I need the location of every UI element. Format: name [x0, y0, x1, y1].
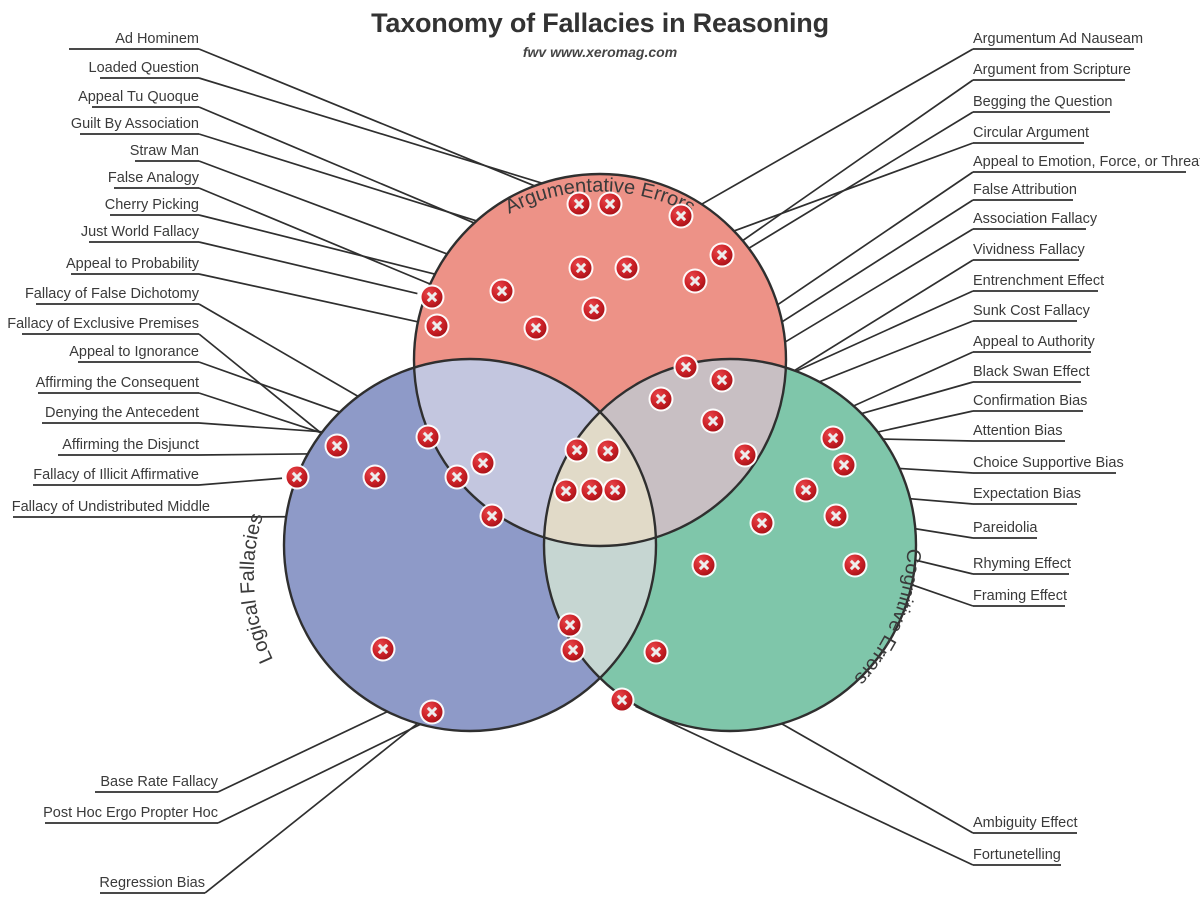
fallacy-label-left-13: Denying the Antecedent [45, 405, 199, 421]
fallacy-label-bottom-right-0: Ambiguity Effect [973, 815, 1078, 831]
fallacy-marker [470, 450, 496, 476]
fallacy-marker [415, 424, 441, 450]
fallacy-label-left-15: Fallacy of Illicit Affirmative [33, 467, 199, 483]
fallacy-label-left-12: Affirming the Consequent [36, 375, 199, 391]
fallacy-label-left-9: Fallacy of False Dichotomy [25, 286, 200, 302]
fallacy-label-right-16: Pareidolia [973, 520, 1038, 536]
fallacy-marker [820, 425, 846, 451]
fallacy-marker [560, 637, 586, 663]
fallacy-marker [732, 442, 758, 468]
fallacy-label-right-3: Circular Argument [973, 125, 1089, 141]
fallacy-label-left-0: Ad Hominem [115, 31, 199, 47]
fallacy-label-right-9: Sunk Cost Fallacy [973, 303, 1091, 319]
leader-line [635, 705, 974, 866]
fallacy-marker [709, 367, 735, 393]
fallacy-marker [564, 437, 590, 463]
fallacy-label-left-7: Just World Fallacy [81, 224, 200, 240]
fallacy-label-right-15: Expectation Bias [973, 486, 1081, 502]
fallacy-marker [444, 464, 470, 490]
fallacy-marker [566, 191, 592, 217]
venn-diagram-infographic: Taxonomy of Fallacies in Reasoning fwv w… [0, 0, 1200, 913]
fallacy-label-left-4: Straw Man [130, 143, 199, 159]
fallacy-label-bottom-left-0: Base Rate Fallacy [100, 774, 218, 790]
fallacy-marker [419, 284, 445, 310]
fallacy-label-left-16: Fallacy of Undistributed Middle [12, 499, 210, 515]
fallacy-marker [595, 438, 621, 464]
fallacy-marker [682, 268, 708, 294]
fallacy-marker [557, 612, 583, 638]
leader-line [693, 48, 974, 210]
fallacy-label-left-11: Appeal to Ignorance [69, 344, 199, 360]
fallacy-label-left-1: Loaded Question [89, 60, 199, 76]
fallacy-label-right-6: Association Fallacy [973, 211, 1098, 227]
fallacy-label-right-11: Black Swan Effect [973, 364, 1090, 380]
fallacy-label-right-2: Begging the Question [973, 94, 1112, 110]
fallacy-marker [842, 552, 868, 578]
fallacy-marker [324, 433, 350, 459]
fallacy-marker [643, 639, 669, 665]
leader-line [198, 48, 566, 200]
fallacy-marker [568, 255, 594, 281]
fallacy-marker [362, 464, 388, 490]
fallacy-marker [479, 503, 505, 529]
fallacy-marker [489, 278, 515, 304]
fallacy-label-right-10: Appeal to Authority [973, 334, 1095, 350]
fallacy-label-left-2: Appeal Tu Quoque [78, 89, 199, 105]
leader-line [198, 241, 418, 295]
fallacy-label-right-1: Argument from Scripture [973, 62, 1131, 78]
fallacy-marker [609, 687, 635, 713]
fallacy-marker [709, 242, 735, 268]
fallacy-label-left-5: False Analogy [108, 170, 200, 186]
fallacy-label-right-18: Framing Effect [973, 588, 1067, 604]
fallacy-label-left-3: Guilt By Association [71, 116, 199, 132]
fallacy-label-right-8: Entrenchment Effect [973, 273, 1104, 289]
fallacy-marker [668, 203, 694, 229]
fallacy-marker [553, 478, 579, 504]
fallacy-marker [614, 255, 640, 281]
fallacy-label-right-7: Vividness Fallacy [973, 242, 1086, 258]
fallacy-label-left-8: Appeal to Probability [66, 256, 200, 272]
fallacy-marker [581, 296, 607, 322]
fallacy-label-right-14: Choice Supportive Bias [973, 455, 1124, 471]
fallacy-marker [597, 191, 623, 217]
circle-label-logical-fallacies: Logical Fallacies [237, 511, 278, 667]
fallacy-label-right-4: Appeal to Emotion, Force, or Threat [973, 154, 1200, 170]
fallacy-label-left-10: Fallacy of Exclusive Premises [7, 316, 199, 332]
fallacy-label-left-14: Affirming the Disjunct [62, 437, 199, 453]
venn-canvas: Argumentative ErrorsLogical FallaciesCog… [7, 31, 1200, 894]
fallacy-marker [673, 354, 699, 380]
fallacy-marker [793, 477, 819, 503]
fallacy-marker [284, 464, 310, 490]
fallacy-marker [749, 510, 775, 536]
fallacy-label-left-6: Cherry Picking [105, 197, 199, 213]
fallacy-marker [648, 386, 674, 412]
leader-line [733, 79, 974, 248]
fallacy-label-bottom-left-1: Post Hoc Ergo Propter Hoc [43, 805, 218, 821]
fallacy-marker [700, 408, 726, 434]
fallacy-label-right-13: Attention Bias [973, 423, 1062, 439]
fallacy-marker [424, 313, 450, 339]
fallacy-marker [823, 503, 849, 529]
leader-line [198, 77, 596, 201]
fallacy-marker [523, 315, 549, 341]
fallacy-label-bottom-right-1: Fortunetelling [973, 847, 1061, 863]
fallacy-marker [370, 636, 396, 662]
fallacy-label-right-17: Rhyming Effect [973, 556, 1071, 572]
fallacy-marker [602, 477, 628, 503]
fallacy-marker [579, 477, 605, 503]
leader-line [198, 477, 283, 486]
fallacy-label-right-0: Argumentum Ad Nauseam [973, 31, 1143, 47]
fallacy-label-right-12: Confirmation Bias [973, 393, 1087, 409]
fallacy-marker [691, 552, 717, 578]
fallacy-label-right-5: False Attribution [973, 182, 1077, 198]
fallacy-label-bottom-left-2: Regression Bias [99, 875, 205, 891]
leader-line [198, 273, 423, 324]
fallacy-marker [419, 699, 445, 725]
fallacy-marker [831, 452, 857, 478]
